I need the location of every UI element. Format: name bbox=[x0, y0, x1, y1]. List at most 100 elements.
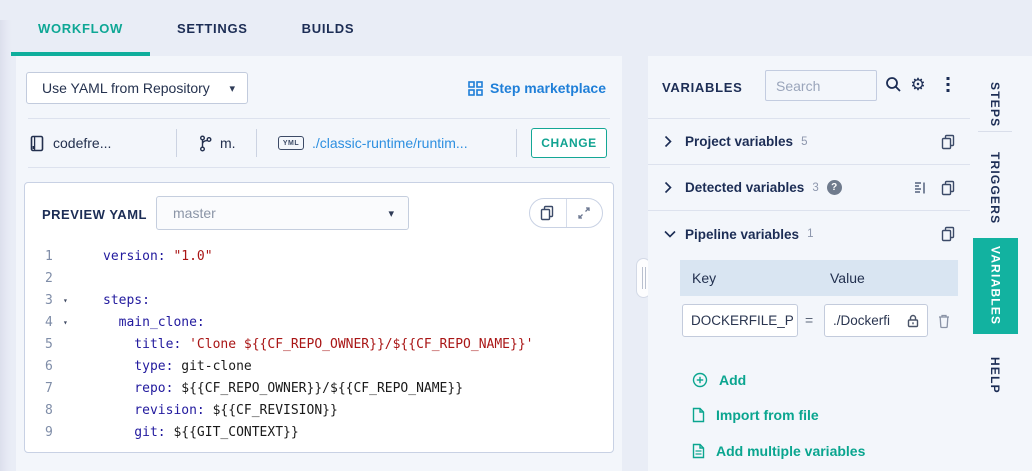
search-input[interactable] bbox=[765, 70, 877, 101]
expand-icon bbox=[577, 206, 591, 220]
help-icon[interactable]: ? bbox=[827, 180, 842, 195]
copy-icon[interactable] bbox=[941, 226, 956, 242]
code-line: 3▾steps: bbox=[25, 290, 613, 312]
section-project-variables[interactable]: Project variables 5 bbox=[648, 119, 970, 165]
code-line: 5 title: 'Clone ${{CF_REPO_OWNER}}/${{CF… bbox=[25, 334, 613, 356]
yaml-source-select[interactable]: Use YAML from Repository ▾ bbox=[26, 72, 248, 104]
grid-icon bbox=[468, 81, 483, 96]
chevron-down-icon[interactable] bbox=[664, 230, 685, 238]
git-branch-icon bbox=[199, 135, 212, 152]
preview-yaml-title: PREVIEW YAML bbox=[42, 207, 147, 222]
top-tab-bar: WORKFLOW SETTINGS BUILDS bbox=[0, 0, 1032, 56]
fold-toggle bbox=[63, 334, 103, 356]
copy-yaml-button[interactable] bbox=[530, 199, 567, 227]
expand-yaml-button[interactable] bbox=[567, 199, 603, 227]
code-line: 7 repo: ${{CF_REPO_OWNER}}/${{CF_REPO_NA… bbox=[25, 378, 613, 400]
branch-item[interactable]: m. bbox=[199, 119, 236, 167]
trash-icon bbox=[937, 313, 951, 329]
yaml-code-editor[interactable]: 1version: "1.0" 2 3▾steps: 4▾ main_clone… bbox=[25, 246, 613, 444]
yaml-path-link[interactable]: ./classic-runtime/runtim... bbox=[312, 135, 468, 151]
code-line: 4▾ main_clone: bbox=[25, 312, 613, 334]
yaml-path-item[interactable]: YML ./classic-runtime/runtim... bbox=[278, 119, 468, 167]
file-icon bbox=[692, 407, 705, 423]
step-marketplace-link[interactable]: Step marketplace bbox=[468, 80, 606, 96]
yaml-preview-card: PREVIEW YAML master ▾ 1version: "1.0" 2 … bbox=[24, 182, 614, 453]
delete-variable-button[interactable] bbox=[937, 313, 951, 329]
side-tab-help[interactable]: HELP bbox=[972, 346, 1018, 404]
fold-toggle[interactable] bbox=[63, 246, 103, 268]
import-from-file-button[interactable]: Import from file bbox=[692, 407, 819, 423]
code-line: 9 git: ${{GIT_CONTEXT}} bbox=[25, 422, 613, 444]
more-options-button[interactable] bbox=[936, 56, 960, 112]
side-tab-variables[interactable]: VARIABLES bbox=[973, 238, 1018, 334]
copy-icon bbox=[540, 205, 555, 221]
kv-table-header: Key Value bbox=[680, 260, 958, 296]
kebab-menu-icon bbox=[946, 76, 950, 93]
yml-file-icon: YML bbox=[278, 136, 304, 150]
divider bbox=[256, 129, 257, 157]
repo-bar: codefre... m. YML ./classic-runtime/runt… bbox=[16, 119, 622, 167]
divider bbox=[978, 131, 1012, 132]
section-pipeline-variables[interactable]: Pipeline variables 1 bbox=[648, 211, 970, 257]
section-detected-variables[interactable]: Detected variables 3 ? bbox=[648, 165, 970, 211]
variable-key-input[interactable]: DOCKERFILE_P bbox=[682, 304, 798, 337]
change-button[interactable]: CHANGE bbox=[531, 128, 607, 158]
settings-button[interactable]: ⚙ bbox=[906, 56, 930, 112]
divider bbox=[28, 167, 610, 168]
preview-branch-value: master bbox=[173, 205, 216, 221]
fold-toggle[interactable]: ▾ bbox=[63, 312, 103, 334]
chevron-down-icon: ▾ bbox=[229, 82, 235, 95]
tab-settings[interactable]: SETTINGS bbox=[150, 0, 275, 56]
gear-icon: ⚙ bbox=[910, 76, 925, 93]
code-line: 6 type: git-clone bbox=[25, 356, 613, 378]
fold-toggle bbox=[63, 268, 103, 290]
add-circle-icon bbox=[692, 372, 708, 388]
copy-icon[interactable] bbox=[941, 180, 956, 196]
code-line: 2 bbox=[25, 268, 613, 290]
code-line: 8 revision: ${{CF_REVISION}} bbox=[25, 400, 613, 422]
key-column-header: Key bbox=[692, 270, 830, 286]
file-lines-icon bbox=[692, 443, 705, 459]
chevron-right-icon[interactable] bbox=[664, 181, 685, 194]
sort-list-icon[interactable] bbox=[914, 181, 928, 195]
section-count: 3 bbox=[812, 182, 818, 194]
fold-toggle[interactable]: ▾ bbox=[63, 290, 103, 312]
fold-toggle bbox=[63, 422, 103, 444]
variables-panel-title: VARIABLES bbox=[662, 80, 742, 95]
repository-icon bbox=[30, 135, 45, 152]
tab-builds[interactable]: BUILDS bbox=[275, 0, 382, 56]
search-button[interactable] bbox=[881, 56, 905, 112]
add-multiple-variables-button[interactable]: Add multiple variables bbox=[692, 443, 865, 459]
preview-toolbar bbox=[529, 198, 603, 228]
section-count: 1 bbox=[807, 228, 813, 240]
fold-toggle bbox=[63, 356, 103, 378]
code-line: 1version: "1.0" bbox=[25, 246, 613, 268]
step-marketplace-label: Step marketplace bbox=[490, 80, 606, 96]
copy-icon[interactable] bbox=[941, 134, 956, 150]
search-icon bbox=[885, 76, 902, 93]
side-tab-triggers[interactable]: TRIGGERS bbox=[972, 144, 1018, 232]
fold-toggle bbox=[63, 400, 103, 422]
preview-branch-select[interactable]: master ▾ bbox=[156, 196, 409, 230]
chevron-down-icon: ▾ bbox=[388, 207, 394, 220]
variables-panel: VARIABLES ⚙ Project variables 5 Detected… bbox=[648, 56, 970, 471]
yaml-source-value: Use YAML from Repository bbox=[42, 80, 210, 96]
fold-toggle bbox=[63, 378, 103, 400]
page-edge-shadow bbox=[0, 20, 12, 471]
side-tab-strip: STEPS TRIGGERS VARIABLES HELP bbox=[970, 56, 1032, 471]
variable-value-input[interactable]: ./Dockerfi bbox=[824, 304, 928, 337]
tab-workflow[interactable]: WORKFLOW bbox=[11, 0, 150, 56]
branch-name: m. bbox=[220, 135, 236, 151]
divider bbox=[516, 129, 517, 157]
repo-name: codefre... bbox=[53, 135, 111, 151]
chevron-right-icon[interactable] bbox=[664, 135, 685, 148]
workflow-panel: Use YAML from Repository ▾ Step marketpl… bbox=[16, 56, 622, 471]
equals-sign: = bbox=[805, 312, 813, 328]
side-tab-steps[interactable]: STEPS bbox=[972, 70, 1018, 140]
add-variable-button[interactable]: Add bbox=[692, 372, 746, 388]
lock-icon[interactable] bbox=[907, 314, 919, 328]
variable-row: DOCKERFILE_P = ./Dockerfi bbox=[648, 304, 970, 340]
section-count: 5 bbox=[801, 136, 807, 148]
repo-name-item[interactable]: codefre... bbox=[30, 119, 111, 167]
divider bbox=[176, 129, 177, 157]
